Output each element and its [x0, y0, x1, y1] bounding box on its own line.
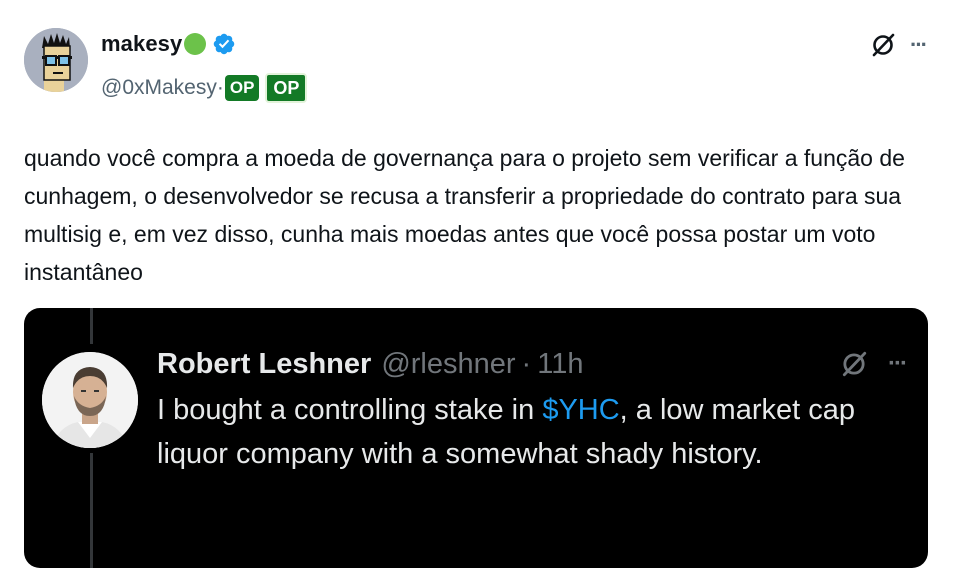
more-icon[interactable]: ··· [888, 350, 908, 378]
quoted-tweet-text: I bought a controlling stake in $YHC, a … [157, 388, 917, 476]
quoted-separator: · [521, 347, 532, 380]
avatar-pixel-art-icon [24, 28, 88, 92]
thread-line [90, 308, 93, 344]
author-avatar[interactable] [24, 28, 88, 92]
quoted-actions: ··· [840, 350, 908, 378]
handle-separator: · [216, 76, 224, 99]
tweet-text: quando você compra a moeda de governança… [24, 145, 905, 285]
quoted-text-part: I bought a controlling stake in [157, 394, 543, 426]
quoted-author-name[interactable]: Robert Leshner [157, 348, 371, 381]
author-name-row: makesy [101, 28, 236, 60]
quoted-header: Robert Leshner @rleshner · 11h [157, 344, 583, 384]
quoted-tweet-card[interactable]: Robert Leshner @rleshner · 11h ··· I bou… [24, 308, 928, 568]
quoted-author-avatar[interactable] [42, 352, 138, 448]
author-handle-row: @0xMakesy · OP OP [101, 72, 308, 104]
cashtag-link[interactable]: $YHC [542, 394, 619, 426]
author-handle[interactable]: @0xMakesy [101, 76, 217, 100]
green-circle-emoji-icon [184, 33, 207, 55]
grok-icon[interactable] [870, 32, 896, 58]
more-icon[interactable]: ··· [910, 32, 928, 58]
quoted-timestamp[interactable]: 11h [537, 348, 583, 381]
grok-icon[interactable] [840, 350, 868, 378]
author-name[interactable]: makesy [101, 31, 182, 57]
quoted-author-handle[interactable]: @rleshner [381, 348, 515, 381]
op-badge: OP [224, 75, 260, 101]
thread-line [90, 453, 93, 568]
op-badge-outlined: OP [265, 73, 308, 103]
avatar-photo-icon [42, 352, 138, 448]
tweet-actions: ··· [870, 32, 928, 58]
verified-badge-icon [214, 33, 235, 55]
